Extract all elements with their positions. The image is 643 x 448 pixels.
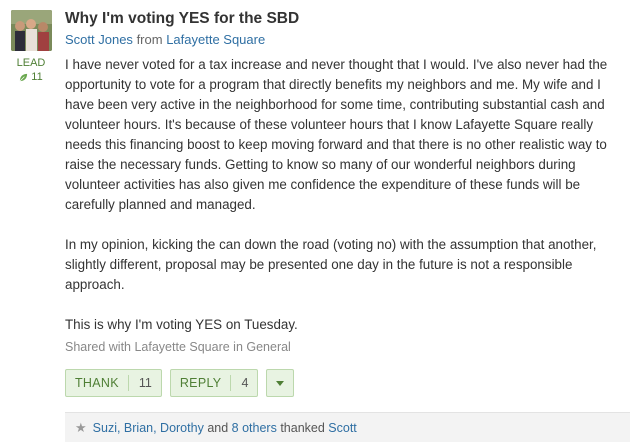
post-paragraph: This is why I'm voting YES on Tuesday. [65, 317, 298, 332]
chevron-down-icon [276, 380, 285, 386]
action-bar: THANK 11 REPLY 4 [65, 369, 295, 397]
thank-button[interactable]: THANK 11 [65, 369, 162, 397]
lead-badge: LEAD 11 [10, 57, 52, 84]
thanked-names-link[interactable]: Suzi, Brian, Dorothy [93, 421, 204, 435]
thanked-others-link[interactable]: 8 others [232, 421, 277, 435]
reply-button[interactable]: REPLY 4 [169, 369, 259, 397]
post-paragraph: I have never voted for a tax increase an… [65, 57, 608, 212]
thanked-target-link[interactable]: Scott [328, 421, 357, 435]
neighborhood-link[interactable]: Lafayette Square [166, 32, 265, 47]
star-icon: ★ [75, 419, 87, 435]
more-options-button[interactable] [266, 369, 295, 397]
thank-label: THANK [75, 376, 119, 390]
leaf-icon [19, 73, 28, 82]
post-body: I have never voted for a tax increase an… [65, 55, 630, 355]
post-paragraph: In my opinion, kicking the can down the … [65, 237, 597, 292]
thanked-word: thanked [280, 420, 325, 435]
thanked-and-word: and [207, 420, 229, 435]
byline: Scott Jones from Lafayette Square [65, 32, 265, 47]
lead-label: LEAD [16, 57, 46, 69]
thank-count: 11 [138, 376, 152, 390]
author-avatar[interactable] [11, 10, 52, 51]
post-title[interactable]: Why I'm voting YES for the SBD [65, 10, 299, 28]
avatar-photo [11, 10, 52, 51]
thanked-bar: ★ Suzi, Brian, Dorothy and 8 others than… [65, 412, 630, 442]
reply-label: REPLY [179, 376, 222, 390]
author-link[interactable]: Scott Jones [65, 32, 133, 47]
shared-with-text[interactable]: Shared with Lafayette Square in General [65, 340, 291, 354]
lead-count: 11 [31, 71, 43, 83]
from-word: from [136, 32, 163, 47]
reply-count: 4 [241, 376, 249, 390]
